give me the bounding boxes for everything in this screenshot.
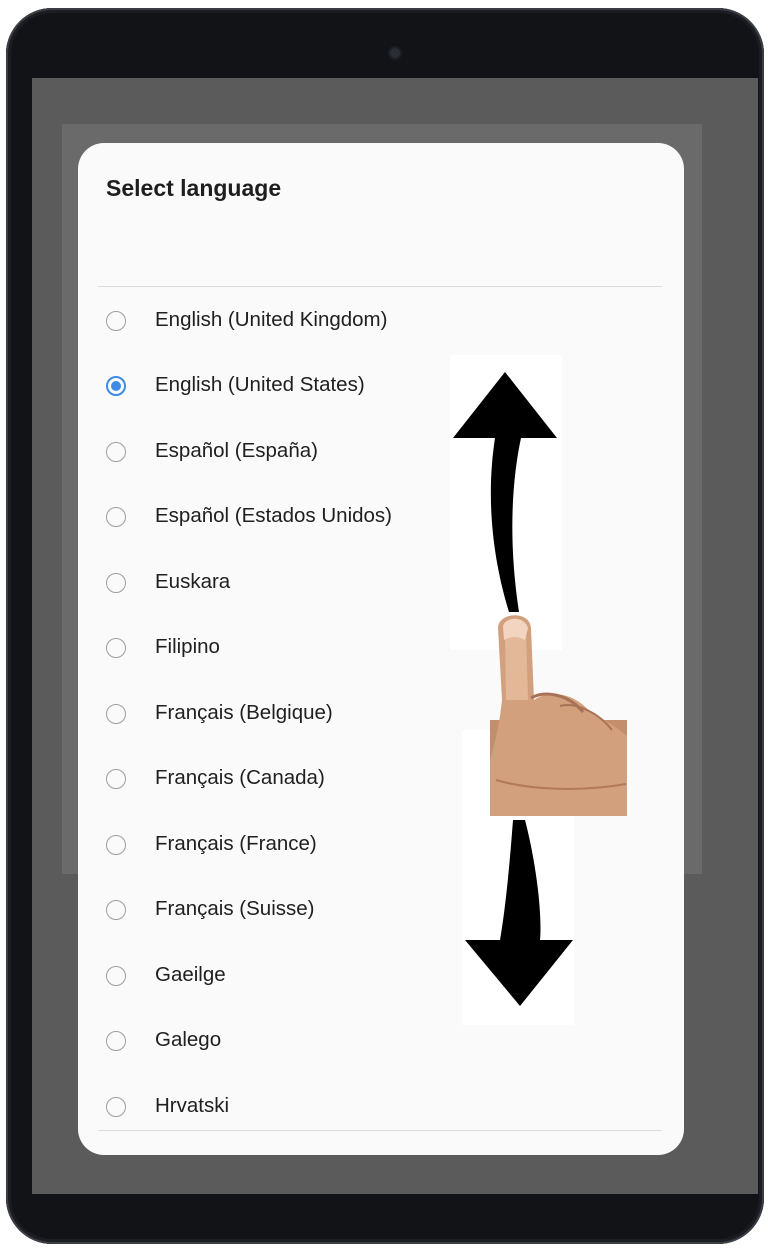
language-option[interactable]: Français (Belgique) [78,688,684,744]
radio-button[interactable] [106,507,126,527]
radio-button[interactable] [106,1031,126,1051]
radio-button[interactable] [106,1097,126,1117]
language-label: Español (Estados Unidos) [155,504,393,527]
language-label: English (United States) [155,373,365,396]
radio-button[interactable] [106,573,126,593]
radio-dot-icon [111,381,121,391]
language-option[interactable]: Español (Estados Unidos) [78,491,684,547]
radio-button[interactable] [106,835,126,855]
language-option[interactable]: Français (Canada) [78,753,684,809]
screen: Select language English (United Kingdom)… [32,78,758,1194]
radio-button[interactable] [106,638,126,658]
language-dialog: Select language English (United Kingdom)… [78,143,684,1155]
language-label: Euskara [155,570,231,593]
language-list[interactable]: English (United Kingdom) English (United… [78,293,684,1129]
language-option[interactable]: Español (España) [78,426,684,482]
cancel-button[interactable]: Cancel [118,1139,378,1155]
language-option[interactable]: Filipino [78,622,684,678]
language-label: Français (Belgique) [155,701,333,724]
divider [98,286,662,287]
divider [98,1130,662,1131]
tablet-frame: Select language English (United Kingdom)… [6,8,764,1244]
dialog-title: Select language [106,175,282,201]
language-option[interactable]: Gaeilge [78,950,684,1006]
language-label: Gaeilge [155,963,226,986]
language-label: Hrvatski [155,1094,230,1117]
language-label: Español (España) [155,439,318,462]
radio-button-selected[interactable] [106,376,126,396]
front-camera-icon [390,48,400,58]
language-option[interactable]: Français (France) [78,819,684,875]
language-label: Galego [155,1028,222,1051]
radio-button[interactable] [106,442,126,462]
language-label: Français (France) [155,832,317,855]
language-option[interactable]: Euskara [78,557,684,613]
ok-button[interactable]: OK [392,1139,662,1155]
language-option[interactable]: Galego [78,1015,684,1071]
radio-button[interactable] [106,704,126,724]
radio-button[interactable] [106,966,126,986]
language-option[interactable]: Français (Suisse) [78,884,684,940]
language-option[interactable]: English (United Kingdom) [78,295,684,351]
language-option[interactable]: English (United States) [78,360,684,416]
radio-button[interactable] [106,900,126,920]
language-label: Filipino [155,635,220,658]
language-option[interactable]: Hrvatski [78,1081,684,1129]
language-label: English (United Kingdom) [155,308,388,331]
radio-button[interactable] [106,769,126,789]
language-label: Français (Suisse) [155,897,315,920]
language-label: Français (Canada) [155,766,325,789]
radio-button[interactable] [106,311,126,331]
